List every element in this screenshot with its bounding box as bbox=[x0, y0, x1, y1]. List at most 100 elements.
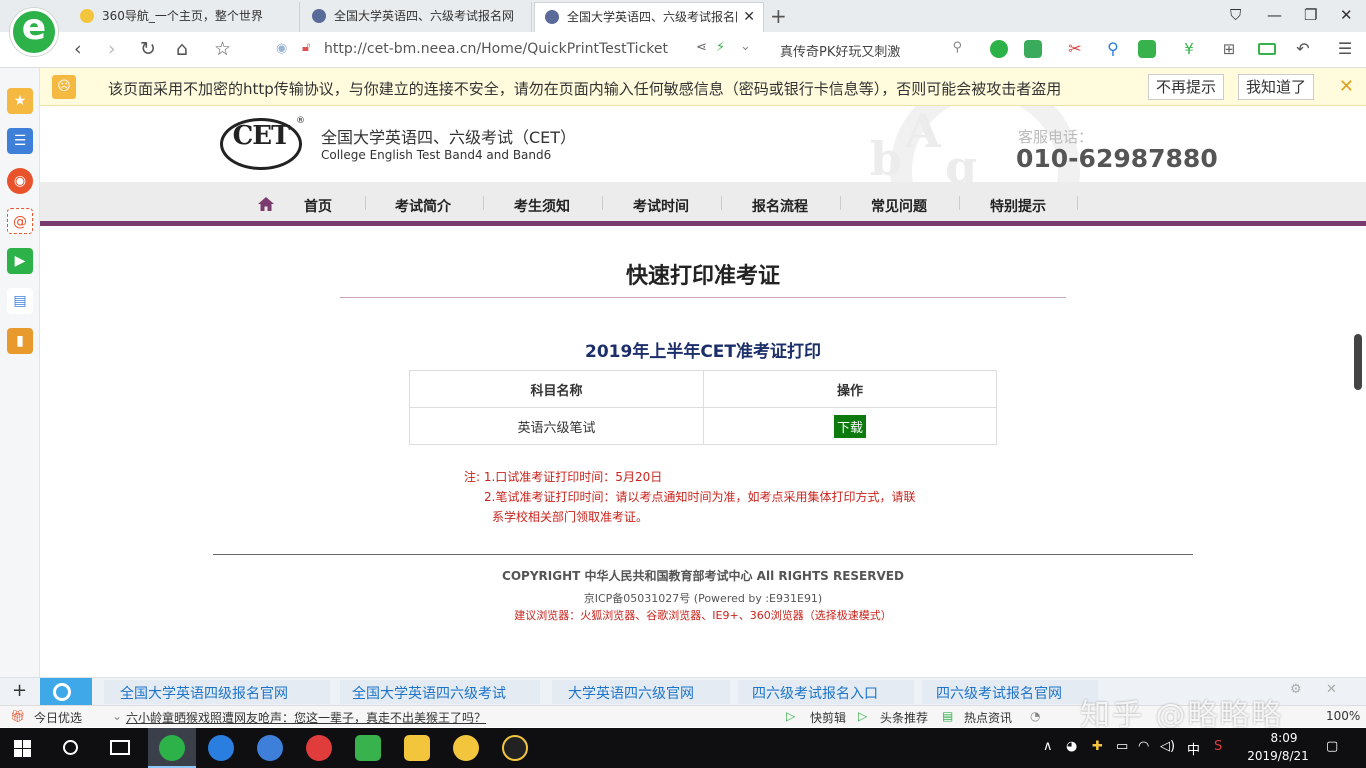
360-browser-task-icon[interactable] bbox=[159, 735, 185, 761]
search-icon[interactable]: ⚲ bbox=[952, 40, 962, 55]
clock-time[interactable]: 8:09 bbox=[1264, 731, 1304, 745]
menu-icon[interactable]: ☰ bbox=[1336, 40, 1354, 58]
table-row: 英语六级笔试 下载 bbox=[409, 407, 997, 445]
headline-rec-button[interactable]: 头条推荐 bbox=[880, 709, 928, 726]
volume-icon[interactable]: ◁) bbox=[1160, 739, 1175, 754]
game-icon[interactable] bbox=[1138, 40, 1156, 58]
sogou-ime-icon[interactable]: S bbox=[1214, 739, 1222, 754]
notification-icon[interactable]: ▢ bbox=[1326, 739, 1338, 754]
cortana-search-icon[interactable] bbox=[63, 740, 78, 755]
close-window-button[interactable]: ✕ bbox=[1340, 6, 1353, 24]
hot-link-4[interactable]: 四六级考试报名入口 bbox=[752, 683, 878, 703]
tab-360-nav[interactable]: 360导航_一个主页，整个世界 bbox=[70, 2, 300, 32]
dont-remind-button[interactable]: 不再提示 bbox=[1148, 74, 1225, 100]
headline-link[interactable]: 六小龄童晒猴戏照遭网友呛声：您这一辈子，真走不出美猴王了吗？ bbox=[126, 709, 486, 726]
hot-link-2[interactable]: 全国大学英语四六级考试 bbox=[352, 683, 506, 703]
document-icon[interactable]: ▤ bbox=[7, 288, 33, 314]
netease-music-icon[interactable] bbox=[306, 735, 332, 761]
windows-start-icon[interactable] bbox=[14, 740, 31, 757]
chat-icon[interactable] bbox=[990, 40, 1008, 58]
apps-grid-icon[interactable]: ⊞ bbox=[1220, 40, 1238, 58]
battery-icon[interactable]: ▭ bbox=[1116, 739, 1128, 754]
page-scrollbar-thumb[interactable] bbox=[1354, 334, 1362, 390]
weibo-icon[interactable]: ◉ bbox=[7, 168, 33, 194]
video-icon[interactable]: ▶ bbox=[7, 248, 33, 274]
close-tab-icon[interactable]: ✕ bbox=[743, 3, 755, 31]
task-view-icon[interactable] bbox=[110, 740, 130, 755]
copyright-text: COPYRIGHT 中华人民共和国教育部考试中心 All RIGHTS RESE… bbox=[502, 569, 904, 583]
search-text[interactable]: 真传奇PK好玩又刺激 bbox=[780, 41, 900, 60]
browser-tab-bar: 360导航_一个主页，整个世界 全国大学英语四、六级考试报名网 全国大学英语四、… bbox=[0, 0, 1366, 56]
hot-news-button[interactable]: 热点资讯 bbox=[964, 709, 1012, 726]
tab-title: 全国大学英语四、六级考试报名网 bbox=[567, 10, 737, 24]
tab-cet-1[interactable]: 全国大学英语四、六级考试报名网 bbox=[302, 2, 532, 32]
sogou-icon[interactable] bbox=[257, 735, 283, 761]
back-button[interactable]: ‹ bbox=[74, 38, 82, 60]
chevron-down-icon[interactable]: ⌄ bbox=[740, 39, 751, 54]
undo-icon[interactable]: ↶ bbox=[1294, 40, 1312, 58]
nav-home[interactable]: 首页 bbox=[304, 196, 332, 216]
qq-tray-icon[interactable]: ◕ bbox=[1066, 739, 1077, 754]
quick-clip-button[interactable]: 快剪辑 bbox=[810, 709, 846, 726]
url-text[interactable]: http://cet-bm.neea.cn/Home/QuickPrintTes… bbox=[324, 41, 668, 57]
tab-cet-active[interactable]: 全国大学英语四、六级考试报名网 ✕ bbox=[534, 2, 764, 32]
nav-special-notice[interactable]: 特别提示 bbox=[990, 196, 1046, 216]
scissors-icon[interactable]: ✂ bbox=[1066, 40, 1084, 58]
nav-exam-intro[interactable]: 考试简介 bbox=[395, 196, 451, 216]
clock-date[interactable]: 2019/8/21 bbox=[1246, 749, 1310, 763]
search-tool-icon[interactable]: ⚲ bbox=[1104, 40, 1122, 58]
add-icon[interactable]: + bbox=[12, 680, 27, 701]
site-info-icon[interactable]: ◉ bbox=[276, 41, 287, 56]
qq-icon[interactable] bbox=[502, 735, 528, 761]
maximize-button[interactable]: ❐ bbox=[1304, 6, 1317, 24]
minimize-button[interactable]: — bbox=[1267, 6, 1282, 24]
favorite-star-icon[interactable]: ☆ bbox=[214, 38, 231, 60]
nav-faq[interactable]: 常见问题 bbox=[871, 196, 927, 216]
speed-mode-icon[interactable]: ⚡ bbox=[716, 40, 725, 55]
battery-saver-icon[interactable] bbox=[1258, 43, 1276, 55]
ime-indicator[interactable]: 中 bbox=[1187, 739, 1200, 758]
news-list-icon[interactable]: ☰ bbox=[7, 128, 33, 154]
tab-title: 360导航_一个主页，整个世界 bbox=[102, 9, 263, 23]
search-field[interactable]: 真传奇PK好玩又刺激 ⚲ bbox=[770, 37, 970, 63]
nav-exam-time[interactable]: 考试时间 bbox=[633, 196, 689, 216]
network-icon[interactable]: ◠ bbox=[1138, 739, 1149, 754]
novel-book-icon[interactable]: ▮ bbox=[7, 328, 33, 354]
hot-link-1[interactable]: 全国大学英语四级报名官网 bbox=[120, 683, 288, 703]
hot-link-3[interactable]: 大学英语四六级官网 bbox=[568, 683, 694, 703]
hot-link-5[interactable]: 四六级考试报名官网 bbox=[936, 683, 1062, 703]
home-icon[interactable] bbox=[258, 197, 274, 211]
shirt-skin-icon[interactable]: ⛉ bbox=[1230, 6, 1241, 24]
insecure-lock-icon[interactable]: 🔓︎ bbox=[302, 40, 310, 55]
address-bar[interactable]: ◉ 🔓︎ http://cet-bm.neea.cn/Home/QuickPri… bbox=[270, 37, 760, 63]
iqiyi-icon[interactable] bbox=[355, 735, 381, 761]
cet-logo[interactable]: CET bbox=[220, 118, 302, 170]
share-icon[interactable]: ⋖ bbox=[696, 40, 707, 55]
zoom-level[interactable]: 100% bbox=[1326, 709, 1360, 723]
360-tray-icon[interactable]: ✚ bbox=[1092, 739, 1103, 754]
today-picks-label[interactable]: 今日优选 bbox=[34, 709, 82, 726]
site-header: A b g CET ® 全国大学英语四、六级考试（CET） College En… bbox=[40, 106, 1366, 182]
linkbar-search-icon[interactable] bbox=[40, 678, 92, 705]
speed-icon[interactable]: ◔ bbox=[1030, 709, 1040, 723]
file-manager-icon[interactable] bbox=[404, 735, 430, 761]
gear-icon[interactable]: ⚙ bbox=[1290, 682, 1302, 697]
home-button[interactable]: ⌂ bbox=[176, 38, 188, 60]
close-warning-icon[interactable]: ✕ bbox=[1339, 76, 1354, 97]
coupon-icon[interactable]: ¥ bbox=[1180, 40, 1198, 58]
add-extension-icon[interactable] bbox=[1024, 40, 1042, 58]
nav-candidate-notice[interactable]: 考生须知 bbox=[514, 196, 570, 216]
nav-registration-process[interactable]: 报名流程 bbox=[752, 196, 808, 216]
refresh-button[interactable]: ↻ bbox=[140, 38, 156, 60]
360-safe-icon[interactable] bbox=[453, 735, 479, 761]
forward-button[interactable]: › bbox=[108, 38, 116, 60]
download-button[interactable]: 下载 bbox=[833, 414, 866, 438]
email-icon[interactable]: @ bbox=[7, 208, 33, 234]
favorites-star-icon[interactable]: ★ bbox=[7, 88, 33, 114]
tray-expand-icon[interactable]: ∧ bbox=[1043, 739, 1053, 754]
close-icon[interactable]: ✕ bbox=[1326, 682, 1337, 697]
kugou-icon[interactable] bbox=[208, 735, 234, 761]
browser-logo-icon[interactable] bbox=[10, 7, 58, 56]
new-tab-button[interactable]: + bbox=[770, 4, 787, 28]
got-it-button[interactable]: 我知道了 bbox=[1238, 74, 1315, 100]
